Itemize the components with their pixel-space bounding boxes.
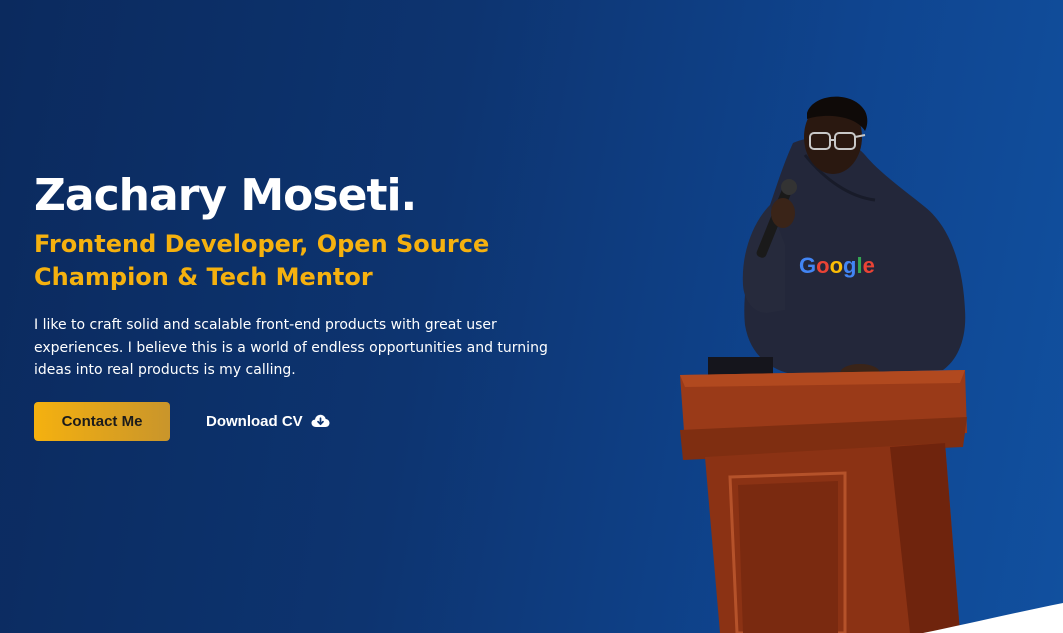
cloud-download-icon bbox=[311, 414, 330, 428]
download-cv-button[interactable]: Download CV bbox=[206, 413, 330, 430]
bottom-wave-shape bbox=[923, 603, 1063, 633]
contact-me-button[interactable]: Contact Me bbox=[34, 401, 170, 441]
hero-section: Zachary Moseti. Frontend Developer, Open… bbox=[34, 168, 614, 441]
hero-actions: Contact Me Download CV bbox=[34, 401, 614, 441]
speaker-photo: Google bbox=[680, 96, 967, 633]
hero-tagline: Frontend Developer, Open Source Champion… bbox=[34, 230, 490, 291]
download-cv-label: Download CV bbox=[206, 412, 303, 430]
hero-name: Zachary Moseti. bbox=[34, 170, 417, 221]
hero-bio: I like to craft solid and scalable front… bbox=[34, 317, 548, 378]
shirt-text: Google bbox=[799, 253, 875, 278]
